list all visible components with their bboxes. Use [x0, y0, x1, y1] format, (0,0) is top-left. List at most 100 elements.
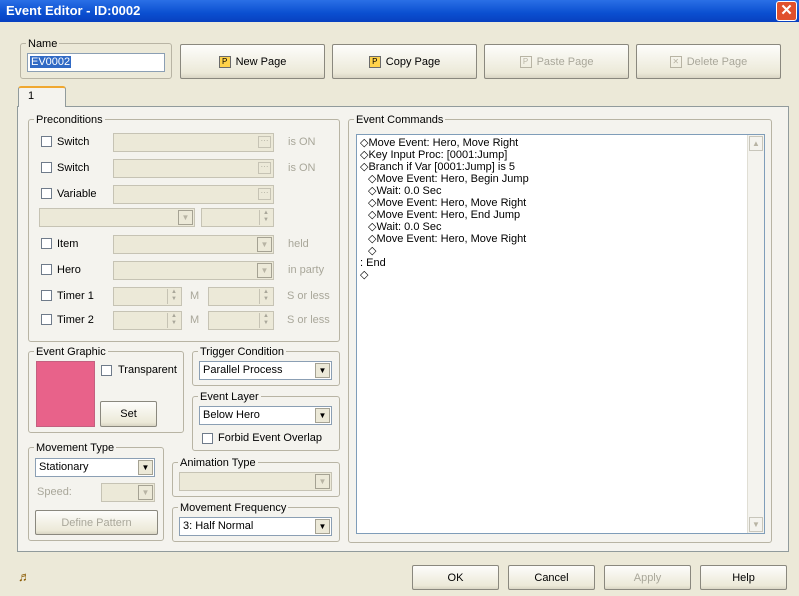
- command-line[interactable]: : End: [360, 257, 529, 269]
- music-note-icon[interactable]: ♬: [18, 570, 31, 584]
- variable-browse-icon[interactable]: ···: [258, 188, 271, 200]
- spin-arrows-icon[interactable]: ▲ ▼: [167, 289, 180, 304]
- chevron-down-icon: ▼: [315, 363, 330, 378]
- movement-type-select[interactable]: Stationary ▼: [35, 458, 155, 477]
- command-line[interactable]: ◇: [360, 269, 529, 281]
- switch2-checkbox[interactable]: [41, 162, 52, 173]
- help-label: Help: [732, 571, 755, 584]
- chevron-down-icon: ▼: [138, 460, 153, 475]
- command-line[interactable]: ◇Move Event: Hero, Move Right: [360, 197, 529, 209]
- spin-arrows-icon[interactable]: ▲ ▼: [167, 313, 180, 328]
- cancel-button[interactable]: Cancel: [508, 565, 595, 590]
- variable-value-stepper[interactable]: ▲ ▼: [201, 208, 274, 227]
- delete-page-label: Delete Page: [686, 55, 748, 68]
- variable-compare-select[interactable]: ▼: [39, 208, 195, 227]
- command-line[interactable]: ◇Move Event: Hero, End Jump: [360, 209, 529, 221]
- timer2-m-label: M: [190, 314, 200, 326]
- movement-frequency-value: 3: Half Normal: [183, 520, 254, 532]
- cancel-label: Cancel: [534, 571, 569, 584]
- trigger-condition-select[interactable]: Parallel Process ▼: [199, 361, 332, 380]
- chevron-down-icon: ▼: [138, 485, 153, 500]
- new-page-button[interactable]: P New Page: [180, 44, 325, 79]
- speed-select[interactable]: ▼: [101, 483, 155, 502]
- variable-label: Variable: [57, 188, 97, 200]
- hero-checkbox[interactable]: [41, 264, 52, 275]
- switch1-checkbox[interactable]: [41, 136, 52, 147]
- forbid-overlap-checkbox[interactable]: [202, 433, 213, 444]
- scroll-down-icon[interactable]: ▼: [749, 517, 763, 532]
- delete-page-icon: ✕: [669, 55, 682, 68]
- scroll-up-icon[interactable]: ▲: [749, 136, 763, 151]
- window-title: Event Editor - ID:0002: [6, 3, 141, 18]
- set-graphic-label: Set: [120, 408, 137, 420]
- timer1-seconds-stepper[interactable]: ▲ ▼: [208, 287, 274, 306]
- timer1-checkbox[interactable]: [41, 290, 52, 301]
- timer1-label: Timer 1: [57, 290, 94, 302]
- copy-page-label: Copy Page: [385, 55, 441, 68]
- apply-label: Apply: [633, 571, 662, 584]
- tab-page-1[interactable]: 1: [18, 86, 66, 107]
- chevron-down-icon: ▼: [315, 408, 330, 423]
- new-page-icon: P: [218, 55, 231, 68]
- command-line[interactable]: ◇Branch if Var [0001:Jump] is 5: [360, 161, 529, 173]
- spin-arrows-icon[interactable]: ▲ ▼: [259, 210, 272, 225]
- switch1-browse-icon[interactable]: ···: [258, 136, 271, 148]
- variable-field[interactable]: ···: [113, 185, 274, 204]
- timer1-minutes-stepper[interactable]: ▲ ▼: [113, 287, 182, 306]
- command-line[interactable]: ◇Move Event: Hero, Begin Jump: [360, 173, 529, 185]
- command-line[interactable]: ◇Key Input Proc: [0001:Jump]: [360, 149, 529, 161]
- command-line[interactable]: ◇Move Event: Hero, Move Right: [360, 137, 529, 149]
- event-graphic-preview[interactable]: [36, 361, 95, 427]
- animation-type-legend: Animation Type: [178, 457, 258, 469]
- name-input[interactable]: EV0002: [27, 53, 165, 72]
- movement-type-legend: Movement Type: [34, 442, 117, 454]
- timer2-minutes-stepper[interactable]: ▲ ▼: [113, 311, 182, 330]
- tab-page-1-label: 1: [28, 90, 35, 102]
- command-line[interactable]: ◇Wait: 0.0 Sec: [360, 221, 529, 233]
- switch1-field[interactable]: ···: [113, 133, 274, 152]
- name-legend: Name: [26, 38, 60, 50]
- switch2-browse-icon[interactable]: ···: [258, 162, 271, 174]
- timer2-label: Timer 2: [57, 314, 94, 326]
- close-button[interactable]: ✕: [776, 1, 797, 21]
- transparent-checkbox[interactable]: [101, 365, 112, 376]
- spin-arrows-icon[interactable]: ▲ ▼: [259, 289, 272, 304]
- command-line[interactable]: ◇Wait: 0.0 Sec: [360, 185, 529, 197]
- item-select[interactable]: ▼: [113, 235, 274, 254]
- movement-frequency-select[interactable]: 3: Half Normal ▼: [179, 517, 332, 536]
- ok-label: OK: [447, 571, 464, 584]
- copy-page-button[interactable]: P Copy Page: [332, 44, 477, 79]
- hero-select[interactable]: ▼: [113, 261, 274, 280]
- command-line[interactable]: ◇Move Event: Hero, Move Right: [360, 233, 529, 245]
- timer2-checkbox[interactable]: [41, 314, 52, 325]
- chevron-down-icon: ▼: [257, 237, 272, 252]
- define-pattern-button[interactable]: Define Pattern: [35, 510, 158, 535]
- apply-button[interactable]: Apply: [604, 565, 691, 590]
- item-label: Item: [57, 238, 79, 250]
- set-graphic-button[interactable]: Set: [100, 401, 157, 427]
- event-layer-select[interactable]: Below Hero ▼: [199, 406, 332, 425]
- chevron-down-icon: ▼: [315, 474, 330, 489]
- transparent-label: Transparent: [118, 364, 177, 376]
- ok-button[interactable]: OK: [412, 565, 499, 590]
- command-line[interactable]: ◇: [360, 245, 529, 257]
- trigger-condition-value: Parallel Process: [203, 364, 283, 376]
- animation-type-select[interactable]: ▼: [179, 472, 332, 491]
- item-checkbox[interactable]: [41, 238, 52, 249]
- switch1-label: Switch: [57, 136, 90, 148]
- switch2-suffix: is ON: [288, 162, 316, 174]
- paste-page-label: Paste Page: [536, 55, 594, 68]
- chevron-down-icon: ▼: [315, 519, 330, 534]
- timer2-seconds-stepper[interactable]: ▲ ▼: [208, 311, 274, 330]
- event-commands-list[interactable]: ◇Move Event: Hero, Move Right ◇Key Input…: [356, 134, 765, 534]
- event-layer-value: Below Hero: [203, 409, 260, 421]
- variable-checkbox[interactable]: [41, 188, 52, 199]
- paste-page-button[interactable]: P Paste Page: [484, 44, 629, 79]
- delete-page-button[interactable]: ✕ Delete Page: [636, 44, 781, 79]
- switch2-field[interactable]: ···: [113, 159, 274, 178]
- spin-arrows-icon[interactable]: ▲ ▼: [259, 313, 272, 328]
- commands-scrollbar[interactable]: ▲ ▼: [747, 135, 764, 533]
- title-bar: Event Editor - ID:0002: [0, 0, 799, 22]
- chevron-down-icon: ▼: [178, 210, 193, 225]
- help-button[interactable]: Help: [700, 565, 787, 590]
